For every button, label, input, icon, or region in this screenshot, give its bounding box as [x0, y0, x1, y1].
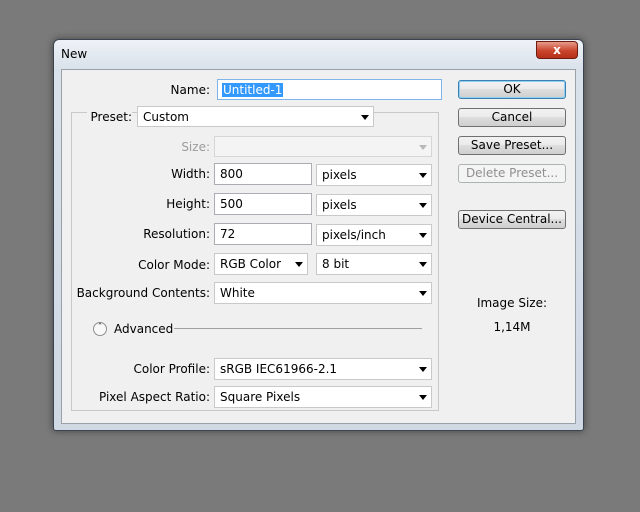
chevron-down-icon [419, 233, 427, 238]
resolution-input[interactable]: 72 [214, 223, 312, 245]
preset-dropdown[interactable]: Custom [137, 106, 374, 127]
pixel-aspect-ratio-dropdown[interactable]: Square Pixels [214, 386, 432, 408]
height-unit-value: pixels [322, 198, 357, 212]
chevron-down-icon [419, 395, 427, 400]
dialog-title: New [61, 47, 88, 61]
width-unit-value: pixels [322, 168, 357, 182]
chevron-down-icon [295, 262, 303, 267]
chevron-down-icon [419, 203, 427, 208]
bit-depth-dropdown[interactable]: 8 bit [316, 253, 432, 275]
cancel-button[interactable]: Cancel [458, 108, 566, 127]
pixel-aspect-ratio-value: Square Pixels [220, 390, 301, 404]
color-mode-value: RGB Color [220, 257, 282, 271]
preset-label: Preset: [86, 110, 132, 124]
width-label: Width: [171, 167, 210, 181]
color-profile-label: Color Profile: [133, 362, 211, 376]
chevron-down-icon [419, 145, 427, 150]
chevron-down-icon [419, 262, 427, 267]
resolution-unit-value: pixels/inch [322, 228, 386, 242]
preset-value: Custom [143, 110, 189, 124]
background-contents-dropdown[interactable]: White [214, 282, 432, 304]
height-input[interactable]: 500 [214, 193, 312, 215]
advanced-label[interactable]: Advanced [114, 322, 173, 336]
height-unit-dropdown[interactable]: pixels [316, 194, 432, 216]
width-input[interactable]: 800 [214, 163, 312, 185]
width-unit-dropdown[interactable]: pixels [316, 164, 432, 186]
advanced-divider [174, 328, 422, 329]
chevron-down-icon [419, 173, 427, 178]
size-dropdown[interactable] [214, 136, 432, 157]
pixel-aspect-ratio-label: Pixel Aspect Ratio: [99, 390, 210, 404]
ok-button[interactable]: OK [458, 80, 566, 99]
resolution-label: Resolution: [143, 227, 210, 241]
name-input[interactable]: Untitled-1 [217, 79, 442, 100]
name-value: Untitled-1 [222, 83, 284, 97]
chevron-up-double-icon[interactable]: ˆ [93, 322, 107, 336]
color-profile-dropdown[interactable]: sRGB IEC61966-2.1 [214, 358, 432, 380]
close-icon: x [553, 43, 561, 57]
color-profile-value: sRGB IEC61966-2.1 [220, 362, 338, 376]
height-value: 500 [220, 197, 243, 211]
image-size-label: Image Size: [476, 296, 548, 310]
chevron-down-icon [361, 115, 369, 120]
close-button[interactable]: x [536, 41, 578, 59]
title-bar[interactable]: New x [54, 40, 583, 68]
bit-depth-value: 8 bit [322, 257, 350, 271]
resolution-value: 72 [220, 227, 236, 241]
width-value: 800 [220, 167, 243, 181]
image-size-value: 1,14M [493, 320, 531, 334]
color-mode-dropdown[interactable]: RGB Color [214, 253, 308, 275]
device-central-button[interactable]: Device Central... [458, 210, 566, 229]
save-preset-button[interactable]: Save Preset... [458, 136, 566, 155]
background-contents-value: White [220, 286, 255, 300]
delete-preset-button[interactable]: Delete Preset... [458, 164, 566, 183]
resolution-unit-dropdown[interactable]: pixels/inch [316, 224, 432, 246]
chevron-down-icon [419, 367, 427, 372]
height-label: Height: [166, 197, 210, 211]
chevron-down-icon [419, 291, 427, 296]
color-mode-label: Color Mode: [138, 258, 210, 272]
name-label: Name: [170, 83, 210, 97]
background-contents-label: Background Contents: [76, 286, 210, 300]
size-label: Size: [181, 140, 210, 154]
